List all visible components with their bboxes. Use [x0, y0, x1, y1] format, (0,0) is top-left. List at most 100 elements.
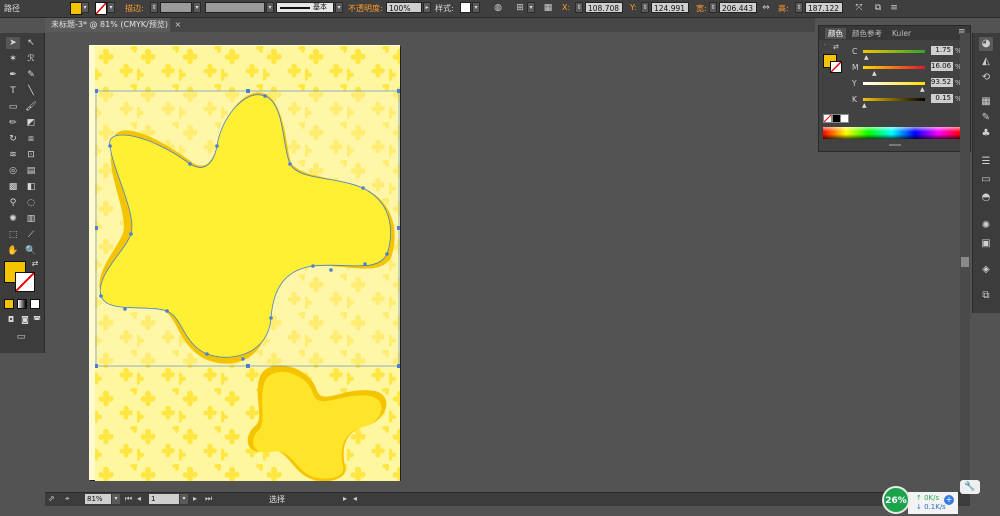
magenta-input[interactable]: 16.06 [931, 62, 953, 71]
swap-colors-icon[interactable]: ⇄ [833, 43, 839, 51]
default-colors-icon[interactable]: ⬛ [823, 44, 832, 52]
previous-artboard-icon[interactable]: ◂ [137, 494, 141, 503]
network-monitor-badge[interactable]: 26% [882, 486, 910, 514]
direct-selection-tool-icon[interactable]: ↖ [24, 37, 38, 49]
artboards-icon[interactable]: ⧉ [979, 289, 993, 303]
gradient-icon[interactable]: ▭ [979, 173, 993, 187]
opacity-label[interactable]: 不透明度: [348, 3, 383, 14]
vertical-scroll-thumb[interactable] [961, 257, 969, 267]
width-label[interactable]: 宽: [696, 3, 707, 14]
magic-wand-tool-icon[interactable]: ✶ [6, 53, 20, 65]
panel-resize-grip[interactable] [889, 144, 901, 146]
height-input[interactable]: 187.122 [805, 2, 843, 13]
cyan-slider[interactable] [863, 50, 925, 53]
transparency-icon[interactable]: ◓ [979, 191, 993, 205]
stroke-weight-stepper[interactable]: ⇕ [150, 2, 158, 13]
y-stepper[interactable]: ⇕ [641, 2, 649, 13]
constrain-proportions-icon[interactable]: ⇔ [760, 2, 772, 14]
x-input[interactable]: 108.708 [585, 2, 623, 13]
color-guide-icon[interactable]: ◭ [979, 55, 993, 69]
mesh-tool-icon[interactable]: ▩ [6, 181, 20, 193]
next-artboard-icon[interactable]: ▸ [193, 494, 197, 503]
black-slider[interactable] [863, 98, 925, 101]
panel-stroke-swatch[interactable] [830, 61, 842, 73]
wrench-icon[interactable]: 🔧 [960, 480, 980, 494]
hand-tool-icon[interactable]: ✋ [6, 245, 20, 257]
brush-profile-select[interactable]: 基本 [276, 2, 334, 13]
zoom-tool-icon[interactable]: 🔍 [24, 245, 38, 257]
pen-tool-icon[interactable]: ✒ [6, 69, 20, 81]
artwork[interactable] [95, 46, 400, 481]
height-stepper[interactable]: ⇕ [795, 2, 803, 13]
width-stepper[interactable]: ⇕ [709, 2, 717, 13]
fill-dropdown[interactable]: ▾ [81, 2, 89, 13]
recolor-artwork-icon[interactable]: ◍ [492, 2, 504, 14]
graphic-style-swatch[interactable] [460, 2, 471, 13]
draw-inside-icon[interactable]: ◚ [30, 314, 44, 326]
scroll-left-icon[interactable]: ◂ [353, 494, 357, 503]
screen-mode-icon[interactable]: ▭ [14, 331, 28, 343]
pencil-tool-icon[interactable]: ✏ [6, 117, 20, 129]
x-label[interactable]: X: [562, 3, 570, 12]
transform-icon[interactable]: ⤧ [853, 2, 865, 14]
yellow-input[interactable]: 93.52 [931, 78, 953, 87]
stroke-color-swatch[interactable] [15, 272, 35, 292]
opacity-input[interactable]: 100% [386, 2, 422, 13]
expand-icon[interactable]: + [944, 495, 954, 505]
artboard-tool-icon[interactable]: ⬚ [6, 229, 20, 241]
curvature-tool-icon[interactable]: ✎ [24, 69, 38, 81]
brush-profile-dropdown[interactable]: ▾ [335, 2, 343, 13]
stroke-weight-input[interactable] [160, 2, 192, 13]
graphic-style-dropdown[interactable]: ▾ [472, 2, 480, 13]
reference-point-icon[interactable]: ▦ [542, 2, 554, 14]
magenta-slider[interactable] [863, 66, 925, 69]
align-grid-icon[interactable]: ⊞ [514, 2, 526, 14]
column-graph-tool-icon[interactable]: ▥ [24, 213, 38, 225]
stroke-weight-dropdown[interactable]: ▾ [193, 2, 201, 13]
tab-color[interactable]: 颜色 [825, 28, 846, 39]
yellow-slider-thumb[interactable]: ▲ [920, 86, 925, 93]
tab-color-guide[interactable]: 颜色参考 [849, 28, 885, 39]
last-artboard-icon[interactable]: ⏭ [205, 494, 212, 504]
gradient-tool-icon[interactable]: ◧ [24, 181, 38, 193]
graphic-styles-icon[interactable]: ▣ [979, 237, 993, 251]
rectangle-tool-icon[interactable]: ▭ [6, 101, 20, 113]
artboard-dropdown[interactable]: ▾ [180, 494, 188, 504]
stroke-icon[interactable]: ☰ [979, 155, 993, 169]
shape-builder-tool-icon[interactable]: ◎ [6, 165, 20, 177]
color-mode-icon[interactable] [4, 299, 14, 309]
panel-menu-icon[interactable]: ≡ [888, 2, 900, 14]
slice-tool-icon[interactable]: ⟋ [24, 229, 38, 241]
white-swatch[interactable] [840, 114, 849, 123]
symbol-sprayer-tool-icon[interactable]: ✺ [6, 213, 20, 225]
variable-width-select[interactable] [205, 2, 265, 13]
width-input[interactable]: 206.443 [719, 2, 757, 13]
swatches-icon[interactable]: ▦ [979, 95, 993, 109]
zoom-dropdown[interactable]: ▾ [112, 494, 120, 504]
opacity-dropdown[interactable]: ▸ [423, 2, 431, 13]
paintbrush-tool-icon[interactable]: 🖌 [24, 101, 38, 113]
document-tab[interactable]: 未标题-3* @ 81% (CMYK/预览) × [45, 18, 181, 32]
isolate-group-icon[interactable]: ⧉ [872, 2, 884, 14]
scale-tool-icon[interactable]: ⧈ [24, 133, 38, 145]
first-artboard-icon[interactable]: ⏮ [125, 494, 132, 504]
symbols-icon[interactable]: ♣ [979, 127, 993, 141]
cyan-slider-thumb[interactable]: ▲ [864, 54, 869, 61]
stroke-label[interactable]: 描边: [125, 3, 144, 14]
close-tab-icon[interactable]: × [175, 20, 182, 29]
magenta-slider-thumb[interactable]: ▲ [872, 70, 877, 77]
variable-width-dropdown[interactable]: ▾ [266, 2, 274, 13]
status-menu-icon[interactable]: ▸ [343, 494, 347, 503]
share-icon[interactable]: ⇗ [48, 494, 55, 503]
cyan-input[interactable]: 1.75 [931, 46, 953, 55]
y-input[interactable]: 124.991 [651, 2, 689, 13]
vertical-scrollbar[interactable] [960, 33, 970, 491]
none-mode-icon[interactable] [30, 299, 40, 309]
rotate-tool-icon[interactable]: ↻ [6, 133, 20, 145]
height-label[interactable]: 高: [778, 3, 789, 14]
line-tool-icon[interactable]: ╲ [24, 85, 38, 97]
eyedropper-tool-icon[interactable]: ⚲ [6, 197, 20, 209]
zoom-input[interactable]: 81% [85, 494, 111, 504]
y-label[interactable]: Y: [630, 3, 637, 12]
kuler-icon[interactable]: ⟲ [979, 71, 993, 85]
